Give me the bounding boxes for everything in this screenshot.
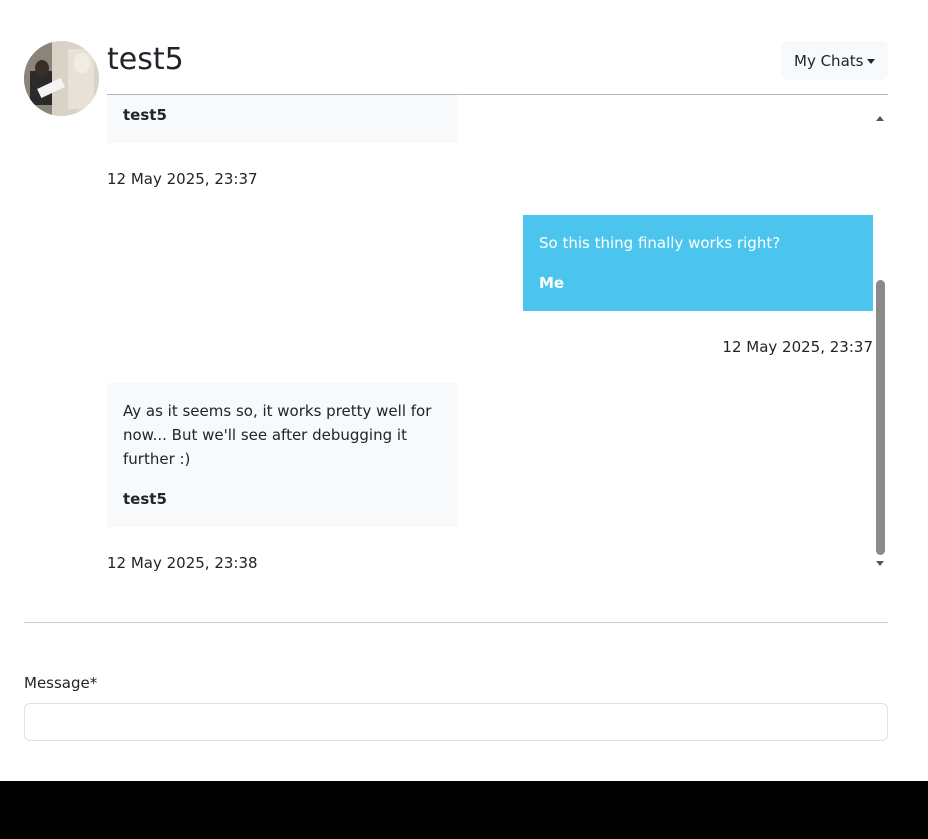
message-author: Me: [539, 274, 565, 292]
message-text: So this thing finally works right?: [539, 234, 781, 252]
message-timestamp: 12 May 2025, 23:37: [107, 170, 258, 188]
message-text-line: now... But we'll see after debugging it: [123, 426, 407, 444]
message-bubble-incoming: Ay as it seems so, it works pretty well …: [107, 383, 457, 527]
message-timestamp: 12 May 2025, 23:37: [722, 338, 873, 356]
chat-page: test5 My Chats test5 12 May 2025, 23:37 …: [0, 0, 928, 781]
message-author: test5: [123, 106, 167, 124]
scrollbar-thumb[interactable]: [876, 280, 885, 555]
message-input[interactable]: [24, 703, 888, 741]
message-field-label: Message*: [24, 674, 98, 692]
message-text-line: further :): [123, 450, 191, 468]
caret-down-icon: [867, 59, 875, 64]
message-list-scrollbar[interactable]: [873, 112, 888, 572]
scroll-down-arrow-icon[interactable]: [876, 561, 884, 566]
message-text-line: Ay as it seems so, it works pretty well …: [123, 402, 432, 420]
message-timestamp: 12 May 2025, 23:38: [107, 554, 258, 572]
my-chats-label: My Chats: [794, 51, 864, 70]
avatar: [24, 41, 99, 116]
my-chats-dropdown-button[interactable]: My Chats: [781, 41, 888, 80]
message-bubble-outgoing: So this thing finally works right? Me: [523, 215, 873, 311]
message-list[interactable]: test5 12 May 2025, 23:37 So this thing f…: [107, 95, 888, 574]
form-divider: [24, 622, 888, 623]
chat-title: test5: [107, 42, 184, 77]
message-author: test5: [123, 490, 167, 508]
scroll-up-arrow-icon[interactable]: [876, 116, 884, 121]
message-bubble-incoming: test5: [107, 95, 457, 143]
